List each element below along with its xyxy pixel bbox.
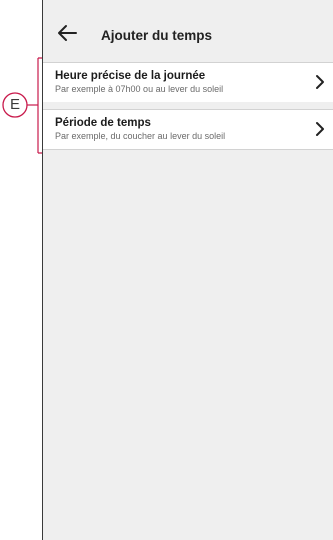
chevron-right-icon	[316, 75, 324, 89]
page-title: Ajouter du temps	[101, 28, 213, 43]
option-subtitle: Par exemple à 07h00 ou au lever du solei…	[55, 84, 224, 94]
app-screen: Ajouter du temps Heure précise de la jou…	[42, 0, 333, 540]
option-title: Période de temps	[55, 117, 151, 129]
arrow-left-icon[interactable]	[56, 22, 78, 44]
callout-label: E	[9, 96, 20, 113]
header: Ajouter du temps	[43, 0, 333, 56]
option-precise-time[interactable]: Heure précise de la journée Par exemple …	[43, 62, 333, 102]
option-title: Heure précise de la journée	[55, 70, 206, 82]
option-subtitle: Par exemple, du coucher au lever du sole…	[55, 131, 226, 141]
chevron-right-icon	[316, 122, 324, 136]
option-time-period[interactable]: Période de temps Par exemple, du coucher…	[43, 109, 333, 150]
